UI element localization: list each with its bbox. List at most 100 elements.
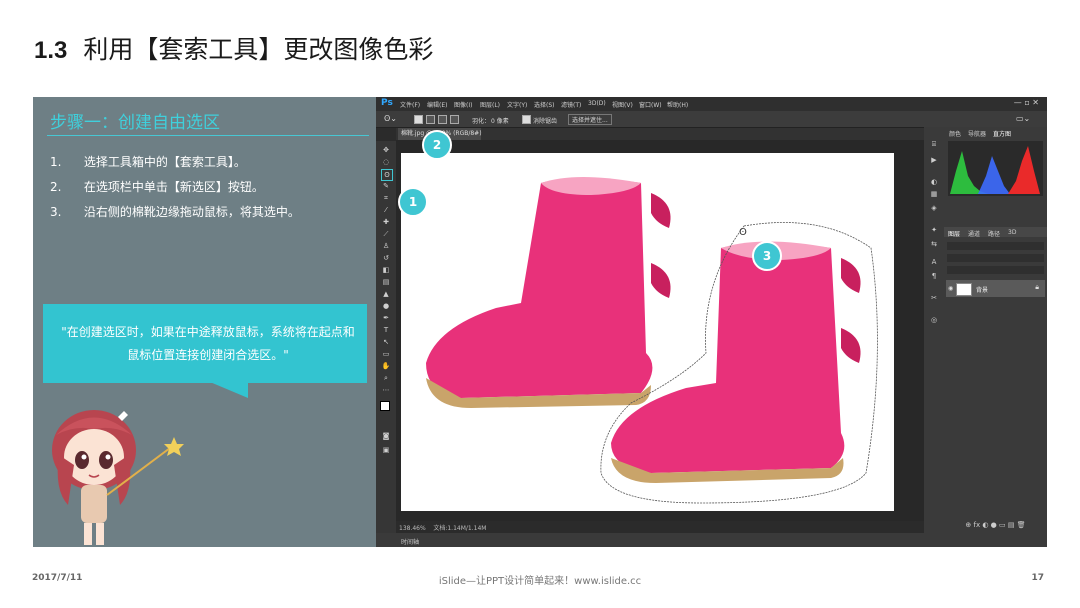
options-bar: ʘ⌄ 羽化： 0 像素 消除锯齿 选择并遮住... ▭⌄ bbox=[376, 111, 1047, 128]
layer-row[interactable]: ◉ 背景 🔒︎ bbox=[946, 280, 1045, 297]
menu-edit[interactable]: 编辑(E) bbox=[427, 100, 447, 109]
path-select-tool-icon[interactable]: ↖ bbox=[381, 337, 391, 347]
blur-tool-icon[interactable]: ▲ bbox=[381, 289, 391, 299]
styles-panel-icon[interactable]: ◈ bbox=[929, 203, 939, 213]
timeline-bar: 时间轴 bbox=[376, 533, 1047, 547]
screen-mode-icon[interactable]: ▣ bbox=[381, 445, 391, 455]
lasso-preset-icon[interactable]: ʘ⌄ bbox=[384, 114, 397, 123]
menu-layer[interactable]: 图层(L) bbox=[480, 100, 500, 109]
healing-tool-icon[interactable]: ✚ bbox=[381, 217, 391, 227]
eraser-tool-icon[interactable]: ◧ bbox=[381, 265, 391, 275]
crop-tool-icon[interactable]: ⌗ bbox=[381, 193, 391, 203]
menu-view[interactable]: 视图(V) bbox=[612, 100, 633, 109]
title-text: 利用【套索工具】更改图像色彩 bbox=[83, 35, 434, 64]
3d-panel-icon[interactable]: ◎ bbox=[929, 315, 939, 325]
step-text: 沿右侧的棉靴边缘拖动鼠标，将其选中。 bbox=[83, 205, 300, 219]
marker-1: 1 bbox=[398, 187, 428, 217]
shape-tool-icon[interactable]: ▭ bbox=[381, 349, 391, 359]
zoom-tool-icon[interactable]: ⌕ bbox=[381, 373, 391, 383]
document-canvas[interactable]: ʘ bbox=[401, 153, 894, 511]
status-bar: 138.46% 文档:1.14M/1.14M bbox=[396, 521, 924, 533]
brush-panel-icon[interactable]: ✦ bbox=[929, 225, 939, 235]
visibility-eye-icon[interactable]: ◉ bbox=[948, 285, 953, 292]
clone-source-icon[interactable]: ⇆ bbox=[929, 239, 939, 249]
new-selection-button[interactable] bbox=[414, 115, 423, 124]
window-controls[interactable]: — ▫ ✕ bbox=[1014, 98, 1039, 107]
marquee-tool-icon[interactable]: ◌ bbox=[381, 157, 391, 167]
feather-input[interactable]: 0 像素 bbox=[491, 116, 509, 125]
tab-histogram[interactable]: 直方图 bbox=[993, 129, 1011, 138]
zoom-level[interactable]: 138.46% bbox=[399, 525, 426, 532]
menu-filter[interactable]: 滤镜(T) bbox=[561, 100, 581, 109]
blend-mode-select[interactable] bbox=[947, 254, 1044, 262]
tab-paths[interactable]: 路径 bbox=[988, 229, 1000, 238]
hand-tool-icon[interactable]: ✋ bbox=[381, 361, 391, 371]
step-text: 选择工具箱中的【套索工具】。 bbox=[83, 155, 246, 169]
tab-3d[interactable]: 3D bbox=[1008, 229, 1016, 236]
antialias-checkbox[interactable] bbox=[522, 115, 531, 124]
actions-panel-icon[interactable]: ▶ bbox=[929, 155, 939, 165]
step-number: 1. bbox=[50, 155, 62, 169]
more-tools-icon[interactable]: ⋯ bbox=[381, 385, 391, 395]
lock-icon: 🔒︎ bbox=[1035, 283, 1039, 291]
marker-3: 3 bbox=[752, 241, 782, 271]
menu-window[interactable]: 窗口(W) bbox=[639, 100, 662, 109]
tab-navigator[interactable]: 导航器 bbox=[968, 129, 986, 138]
document-size: 文档:1.14M/1.14M bbox=[433, 525, 487, 532]
menu-select[interactable]: 选择(S) bbox=[534, 100, 555, 109]
tab-layers[interactable]: 图层 bbox=[948, 229, 960, 238]
dodge-tool-icon[interactable]: ● bbox=[381, 301, 391, 311]
quick-select-tool-icon[interactable]: ✎ bbox=[381, 181, 391, 191]
layers-tabbar: 图层 通道 路径 3D bbox=[944, 227, 1047, 238]
tip-text: "在创建选区时，如果在中途释放鼠标，系统将在起点和鼠标位置连接创建闭合选区。" bbox=[61, 325, 355, 362]
history-panel-icon[interactable]: ⌸ bbox=[929, 139, 939, 149]
swatches-panel-icon[interactable]: ▦ bbox=[929, 189, 939, 199]
eyedropper-tool-icon[interactable]: ⁄ bbox=[381, 205, 391, 215]
histogram-graph bbox=[950, 146, 1040, 194]
layer-filter-field[interactable] bbox=[947, 242, 1044, 250]
history-brush-icon[interactable]: ↺ bbox=[381, 253, 391, 263]
tab-color[interactable]: 颜色 bbox=[949, 129, 961, 138]
menu-image[interactable]: 图像(I) bbox=[454, 100, 472, 109]
section-number: 1.3 bbox=[34, 37, 68, 64]
menu-help[interactable]: 帮助(H) bbox=[667, 100, 688, 109]
character-panel-icon[interactable]: A bbox=[929, 257, 939, 267]
paragraph-panel-icon[interactable]: ¶ bbox=[929, 271, 939, 281]
right-panels: 颜色 导航器 直方图 图层 通道 路径 3D ◉ 背景 🔒︎ ⊕ fx ◐ ● … bbox=[944, 127, 1047, 533]
menu-3d[interactable]: 3D(D) bbox=[588, 100, 606, 107]
pen-tool-icon[interactable]: ✒ bbox=[381, 313, 391, 323]
subtract-selection-button[interactable] bbox=[438, 115, 447, 124]
canvas-area: ʘ bbox=[396, 140, 924, 521]
brush-tool-icon[interactable]: ⟋ bbox=[381, 229, 391, 239]
add-selection-button[interactable] bbox=[426, 115, 435, 124]
step-item: 2. 在选项栏中单击【新选区】按钮。 bbox=[50, 178, 264, 195]
lasso-tool-icon[interactable]: ʘ bbox=[381, 169, 393, 181]
panel-dock: ⌸ ▶ ◐ ▦ ◈ ✦ ⇆ A ¶ ✂ ◎ bbox=[924, 127, 944, 533]
gradient-tool-icon[interactable]: ▤ bbox=[381, 277, 391, 287]
foreground-color-swatch[interactable] bbox=[380, 401, 390, 411]
callout-tail bbox=[210, 382, 248, 398]
lock-controls[interactable] bbox=[947, 266, 1044, 274]
layer-thumbnail bbox=[956, 283, 972, 296]
type-tool-icon[interactable]: T bbox=[381, 325, 391, 335]
move-tool-icon[interactable]: ✥ bbox=[381, 145, 391, 155]
workspace-icon[interactable]: ▭⌄ bbox=[1016, 114, 1030, 123]
timeline-tab[interactable]: 时间轴 bbox=[401, 537, 419, 546]
footer-brand: iSlide—让PPT设计简单起来！www.islide.cc bbox=[438, 576, 642, 587]
tools-panel-icon[interactable]: ✂ bbox=[929, 293, 939, 303]
tab-channels[interactable]: 通道 bbox=[968, 229, 980, 238]
cartoon-mascot-illustration bbox=[52, 410, 184, 545]
layer-actions-footer[interactable]: ⊕ fx ◐ ● ▭ ▤ 🗑︎ bbox=[944, 521, 1047, 533]
menu-file[interactable]: 文件(F) bbox=[400, 100, 420, 109]
quick-mask-icon[interactable]: ◙ bbox=[381, 431, 391, 441]
step-heading: 步骤一：创建自由选区 bbox=[50, 113, 220, 133]
intersect-selection-button[interactable] bbox=[450, 115, 459, 124]
select-and-mask-button[interactable]: 选择并遮住... bbox=[568, 114, 612, 125]
ugg-boots-image: ʘ bbox=[426, 177, 878, 504]
menu-type[interactable]: 文字(Y) bbox=[507, 100, 527, 109]
stamp-tool-icon[interactable]: ♙ bbox=[381, 241, 391, 251]
menu-bar: Ps 文件(F) 编辑(E) 图像(I) 图层(L) 文字(Y) 选择(S) 滤… bbox=[376, 97, 1047, 111]
adjustments-panel-icon[interactable]: ◐ bbox=[929, 177, 939, 187]
slide-title: 1.3 利用【套索工具】更改图像色彩 bbox=[34, 30, 433, 70]
photoshop-window: Ps 文件(F) 编辑(E) 图像(I) 图层(L) 文字(Y) 选择(S) 滤… bbox=[376, 97, 1047, 547]
